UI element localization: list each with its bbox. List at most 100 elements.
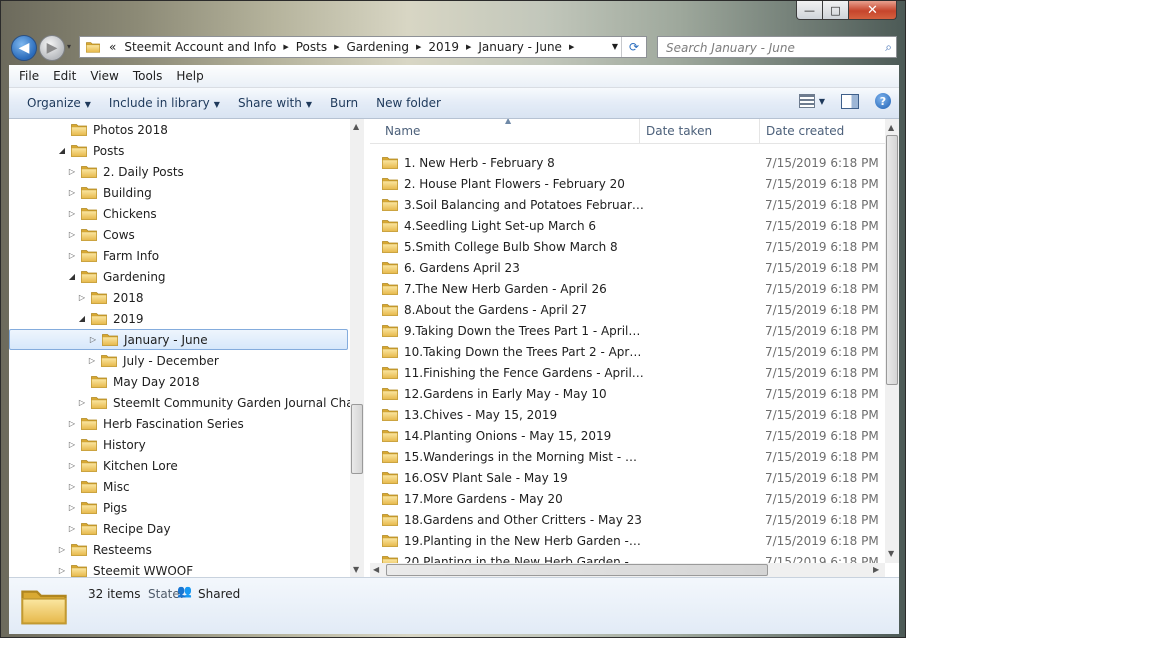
file-row[interactable]: 3.Soil Balancing and Potatoes February 2… xyxy=(382,194,882,215)
file-row[interactable]: 5.Smith College Bulb Show March 8 7/15/20… xyxy=(382,236,882,257)
file-row[interactable]: 7.The New Herb Garden - April 26 7/15/201… xyxy=(382,278,882,299)
column-name[interactable]: Name xyxy=(385,124,420,138)
file-list[interactable]: Name ▲ Date taken Date created 1. New He… xyxy=(370,119,899,577)
address-bar[interactable]: « Steemit Account and Info ▶ Posts ▶ Gar… xyxy=(79,36,647,58)
breadcrumb-item[interactable]: Posts xyxy=(296,40,327,54)
file-row[interactable]: 17.More Gardens - May 20 7/15/2019 6:18 P… xyxy=(382,488,882,509)
breadcrumb-item[interactable]: 2019 xyxy=(428,40,459,54)
tree-scrollbar[interactable]: ▲ ▼ xyxy=(350,119,364,577)
breadcrumb-item[interactable]: Steemit Account and Info xyxy=(124,40,276,54)
file-row[interactable]: 19.Planting in the New Herb Garden - Ma.… xyxy=(382,530,882,551)
scroll-down-icon[interactable]: ▼ xyxy=(888,549,894,558)
navigation-tree[interactable]: Photos 2018 ◢ Posts ▷ 2. Daily Posts ▷ Buildin… xyxy=(9,119,364,577)
breadcrumb-separator-icon[interactable]: ▶ xyxy=(569,43,574,51)
file-row[interactable]: 18.Gardens and Other Critters - May 23 7/… xyxy=(382,509,882,530)
tree-item[interactable]: ▷ Resteems xyxy=(57,539,152,560)
expand-arrow-icon[interactable]: ▷ xyxy=(67,524,77,533)
breadcrumb-item[interactable]: Gardening xyxy=(346,40,409,54)
expand-arrow-icon[interactable]: ▷ xyxy=(67,167,77,176)
scroll-down-icon[interactable]: ▼ xyxy=(353,565,359,574)
expand-arrow-icon[interactable]: ▷ xyxy=(67,209,77,218)
file-row[interactable]: 16.OSV Plant Sale - May 19 7/15/2019 6:18… xyxy=(382,467,882,488)
file-row[interactable]: 12.Gardens in Early May - May 10 7/15/201… xyxy=(382,383,882,404)
expand-arrow-icon[interactable]: ▷ xyxy=(67,503,77,512)
scroll-right-icon[interactable]: ▶ xyxy=(873,565,879,574)
include-in-library-button[interactable]: Include in library ▼ xyxy=(100,96,229,110)
menu-tools[interactable]: Tools xyxy=(126,69,170,83)
file-row[interactable]: 14.Planting Onions - May 15, 2019 7/15/20… xyxy=(382,425,882,446)
tree-item[interactable]: ▷ Recipe Day xyxy=(67,518,171,539)
expand-arrow-icon[interactable]: ▷ xyxy=(67,419,77,428)
maximize-button[interactable]: □ xyxy=(823,1,849,20)
help-icon[interactable]: ? xyxy=(875,93,891,109)
organize-button[interactable]: Organize ▼ xyxy=(9,96,100,110)
collapse-arrow-icon[interactable]: ◢ xyxy=(67,272,77,281)
file-row[interactable]: 4.Seedling Light Set-up March 6 7/15/2019… xyxy=(382,215,882,236)
collapse-arrow-icon[interactable]: ◢ xyxy=(57,146,67,155)
tree-item[interactable]: ▷ July - December xyxy=(87,350,219,371)
breadcrumb-separator-icon[interactable]: ▶ xyxy=(334,43,339,51)
search-input[interactable] xyxy=(664,38,878,58)
tree-item[interactable]: ▷ Herb Fascination Series xyxy=(67,413,244,434)
expand-arrow-icon[interactable]: ▷ xyxy=(88,335,98,344)
tree-item[interactable]: ▷ 2. Daily Posts xyxy=(67,161,184,182)
expand-arrow-icon[interactable]: ▷ xyxy=(67,188,77,197)
tree-item[interactable]: ▷ SteemIt Community Garden Journal Challe… xyxy=(77,392,364,413)
collapse-arrow-icon[interactable]: ◢ xyxy=(77,314,87,323)
file-row[interactable]: 6. Gardens April 23 7/15/2019 6:18 PM xyxy=(382,257,882,278)
list-horizontal-scrollbar[interactable]: ◀ ▶ xyxy=(370,563,885,577)
column-divider[interactable] xyxy=(759,119,760,143)
menu-file[interactable]: File xyxy=(9,69,46,83)
tree-item[interactable]: ▷ 2018 xyxy=(77,287,144,308)
file-row[interactable]: 8.About the Gardens - April 27 7/15/2019 … xyxy=(382,299,882,320)
expand-arrow-icon[interactable]: ▷ xyxy=(67,440,77,449)
breadcrumb-overflow[interactable]: « xyxy=(109,40,116,54)
preview-pane-icon[interactable] xyxy=(841,93,859,109)
expand-arrow-icon[interactable]: ▷ xyxy=(67,461,77,470)
expand-arrow-icon[interactable]: ▷ xyxy=(67,230,77,239)
expand-arrow-icon[interactable]: ▷ xyxy=(77,398,87,407)
scroll-up-icon[interactable]: ▲ xyxy=(888,123,894,132)
breadcrumb-separator-icon[interactable]: ▶ xyxy=(466,43,471,51)
column-date-created[interactable]: Date created xyxy=(766,124,844,138)
tree-item[interactable]: ◢ Gardening xyxy=(67,266,166,287)
scroll-up-icon[interactable]: ▲ xyxy=(353,122,359,131)
scroll-left-icon[interactable]: ◀ xyxy=(373,565,379,574)
expand-arrow-icon[interactable]: ▷ xyxy=(87,356,97,365)
address-dropdown-icon[interactable]: ▼ xyxy=(612,42,618,51)
menu-edit[interactable]: Edit xyxy=(46,69,83,83)
tree-item[interactable]: May Day 2018 xyxy=(77,371,200,392)
back-button[interactable]: ◀ xyxy=(11,35,37,61)
expand-arrow-icon[interactable]: ▷ xyxy=(57,566,67,575)
file-row[interactable]: 15.Wanderings in the Morning Mist - Ma..… xyxy=(382,446,882,467)
tree-item[interactable]: ▷ Chickens xyxy=(67,203,157,224)
tree-item[interactable]: ▷ Pigs xyxy=(67,497,127,518)
share-with-button[interactable]: Share with ▼ xyxy=(229,96,321,110)
search-box[interactable]: ⌕ xyxy=(657,36,897,58)
tree-item[interactable]: ▷ History xyxy=(67,434,146,455)
change-view-icon[interactable] xyxy=(798,94,815,108)
forward-button[interactable]: ▶ xyxy=(39,35,65,61)
tree-item[interactable]: ◢ 2019 xyxy=(77,308,144,329)
list-hscroll-thumb[interactable] xyxy=(386,564,768,576)
column-date-taken[interactable]: Date taken xyxy=(646,124,712,138)
view-options-dropdown-icon[interactable]: ▼ xyxy=(819,97,825,106)
recent-pages-dropdown[interactable]: ▾ xyxy=(67,42,71,51)
tree-item[interactable]: ▷ Farm Info xyxy=(67,245,159,266)
file-row[interactable]: 10.Taking Down the Trees Part 2 - April … xyxy=(382,341,882,362)
file-row[interactable]: 11.Finishing the Fence Gardens - April 3… xyxy=(382,362,882,383)
tree-item[interactable]: ▷ Cows xyxy=(67,224,135,245)
minimize-button[interactable]: — xyxy=(796,1,823,20)
menu-help[interactable]: Help xyxy=(169,69,210,83)
expand-arrow-icon[interactable]: ▷ xyxy=(67,482,77,491)
close-button[interactable]: ✕ xyxy=(849,1,897,20)
column-divider[interactable] xyxy=(639,119,640,143)
tree-item-selected[interactable]: ▷ January - June xyxy=(9,329,348,350)
tree-item[interactable]: ◢ Posts xyxy=(57,140,124,161)
refresh-button[interactable]: ⟳ xyxy=(621,37,646,57)
list-scrollbar-thumb[interactable] xyxy=(886,135,898,385)
tree-item[interactable]: Photos 2018 xyxy=(57,119,168,140)
burn-button[interactable]: Burn xyxy=(321,96,367,110)
tree-scrollbar-thumb[interactable] xyxy=(351,404,363,474)
tree-item[interactable]: ▷ Misc xyxy=(67,476,130,497)
